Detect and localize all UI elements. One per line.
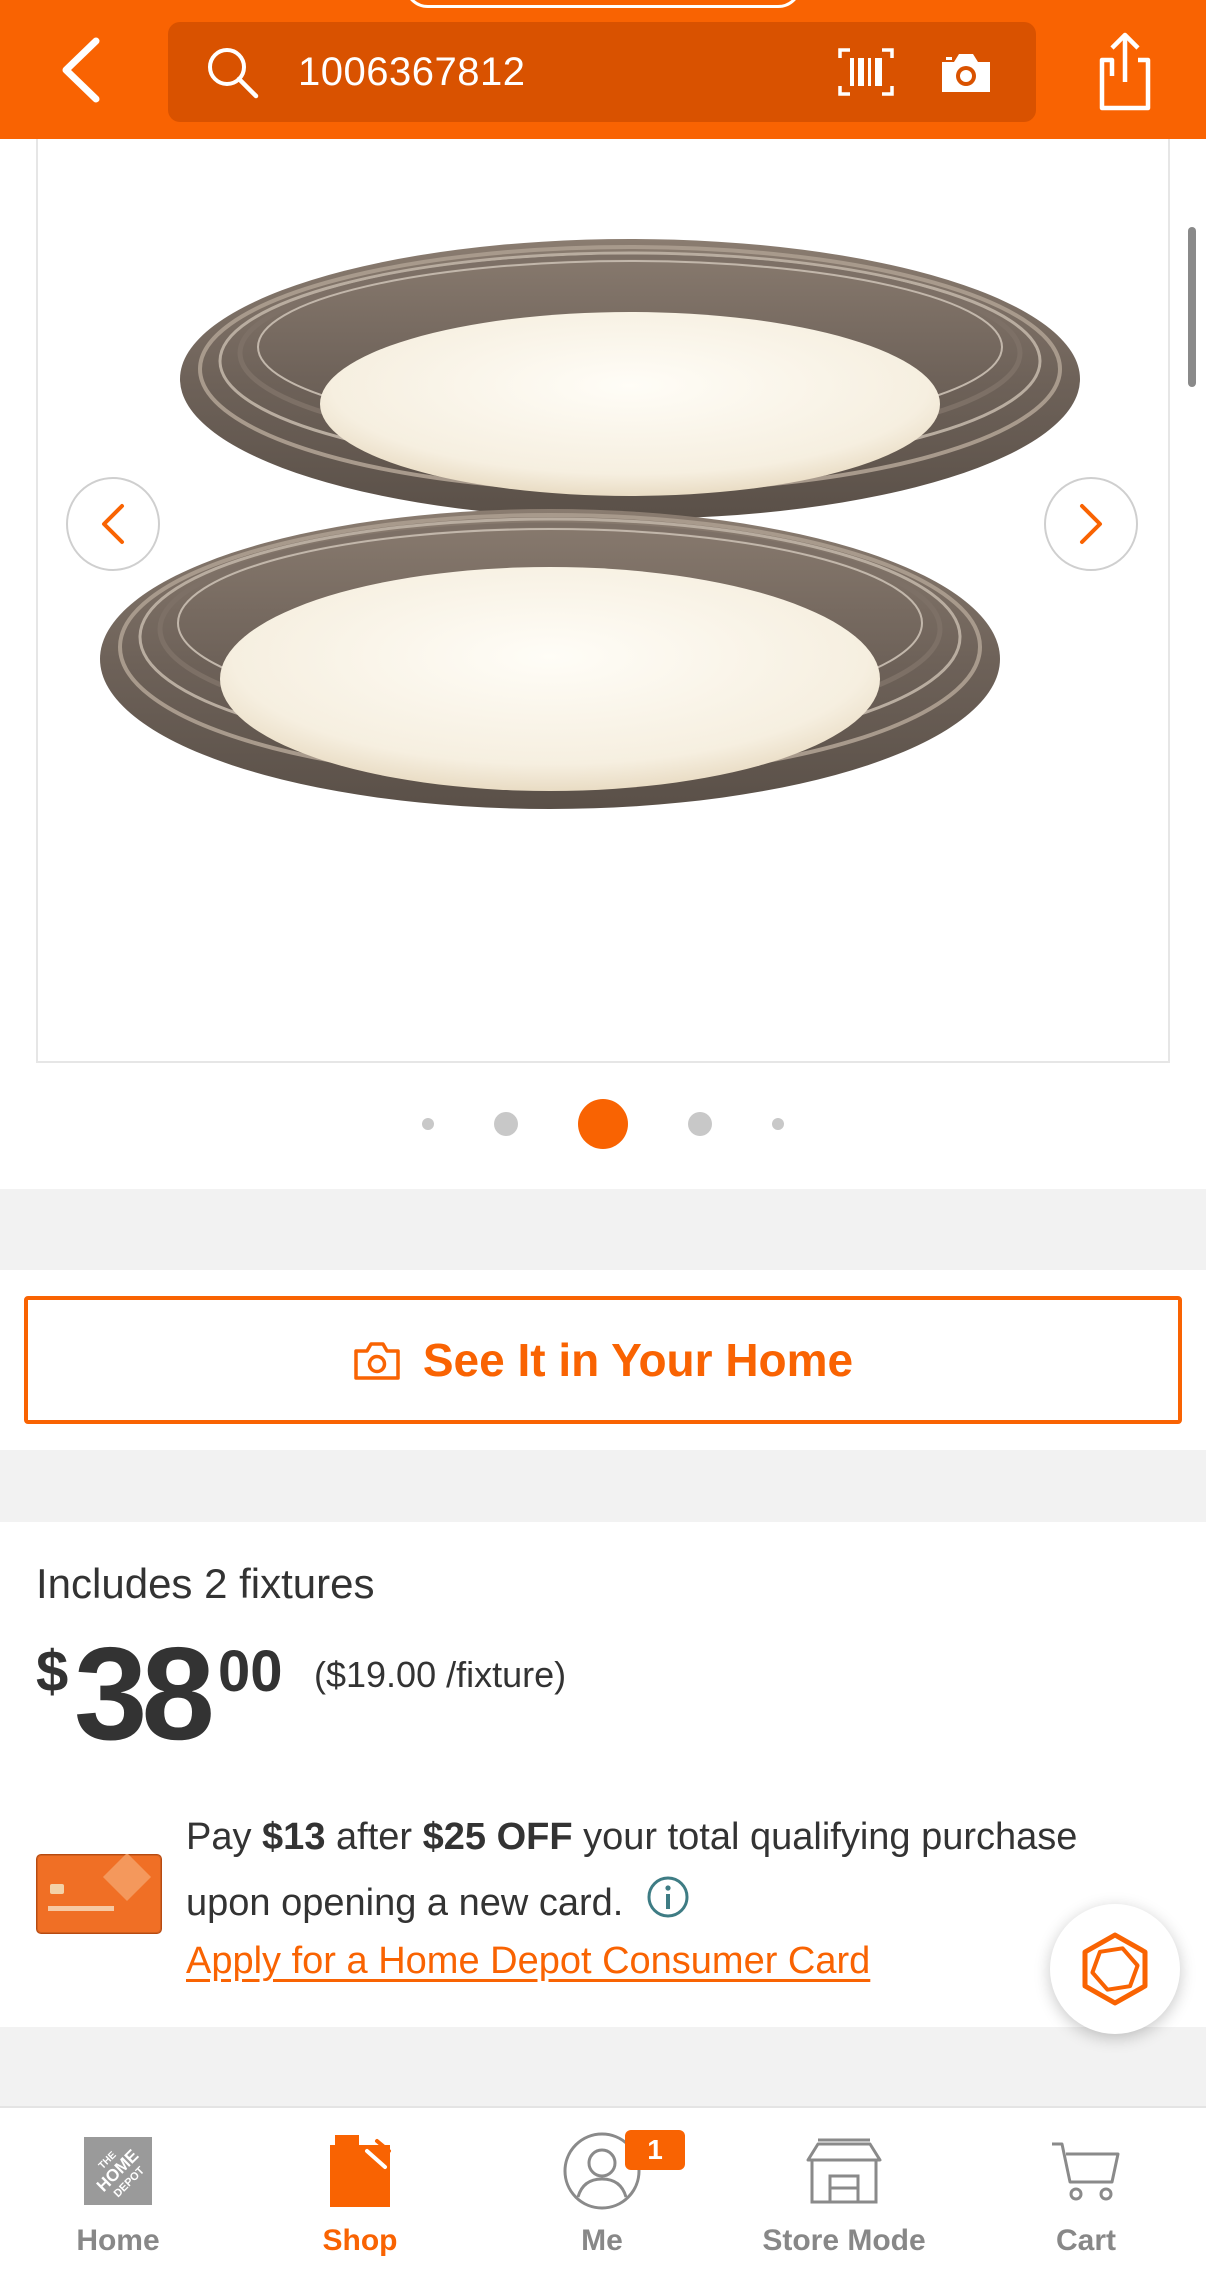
price-whole: 38 [74, 1620, 215, 1767]
nav-shop[interactable]: Shop [260, 2130, 460, 2270]
barcode-icon[interactable] [836, 46, 896, 98]
previous-image-button[interactable] [66, 477, 160, 571]
section-divider [0, 2027, 1206, 2106]
pagination-dot[interactable] [772, 1118, 784, 1130]
nav-me[interactable]: 1 Me [502, 2130, 702, 2270]
pagination-dot[interactable] [422, 1118, 434, 1130]
bottom-navigation: THE HOME DEPOT Home Shop 1 Me Store Mode… [0, 2106, 1206, 2287]
see-in-home-label: See It in Your Home [422, 1334, 854, 1386]
product-image-frame[interactable] [36, 139, 1170, 1063]
cart-icon [1041, 2130, 1131, 2212]
unit-price: ($19.00 /fixture) [314, 1654, 567, 1695]
image-scrollbar[interactable] [1188, 227, 1196, 387]
includes-text: Includes 2 fixtures [36, 1560, 375, 1607]
see-in-home-button[interactable]: See It in Your Home [24, 1296, 1182, 1424]
promo-pay-amount: $13 [262, 1816, 326, 1858]
promo-pay: Pay [186, 1816, 252, 1858]
pagination-dot[interactable] [494, 1112, 518, 1136]
product-image[interactable] [38, 139, 1170, 1063]
store-icon [799, 2130, 889, 2212]
promo-discount: $25 OFF [422, 1816, 573, 1858]
nav-home[interactable]: THE HOME DEPOT Home [18, 2130, 218, 2270]
ar-camera-icon [354, 1342, 400, 1380]
promo-after: after [336, 1816, 413, 1858]
top-notch [404, 0, 802, 8]
search-bar[interactable]: 1006367812 [168, 22, 1036, 122]
nav-cart-label: Cart [1055, 2224, 1116, 2257]
see-in-home-section: See It in Your Home [0, 1270, 1206, 1450]
section-divider [0, 1450, 1206, 1522]
user-icon: 1 [557, 2130, 685, 2212]
pagination-dot-active[interactable] [578, 1099, 628, 1149]
chevron-right-icon [1080, 504, 1102, 544]
nav-store-mode[interactable]: Store Mode [744, 2130, 944, 2270]
top-bar: 1006367812 [0, 0, 1206, 139]
nav-home-label: Home [76, 2224, 160, 2257]
notification-badge: 1 [625, 2130, 685, 2170]
pagination-dot[interactable] [688, 1112, 712, 1136]
card-promo-text: Pay $13 after $25 OFF your total qualify… [186, 1804, 1166, 1936]
share-icon[interactable] [1090, 30, 1160, 112]
chevron-left-icon [102, 504, 124, 544]
next-image-button[interactable] [1044, 477, 1138, 571]
nav-cart[interactable]: Cart [986, 2130, 1186, 2270]
back-button[interactable] [50, 30, 110, 110]
product-gallery[interactable] [0, 139, 1206, 1189]
info-icon[interactable] [646, 1875, 690, 1919]
search-icon [208, 48, 259, 99]
home-depot-logo-icon: THE HOME DEPOT [73, 2130, 163, 2212]
credit-card-image [36, 1854, 162, 1934]
apply-card-link[interactable]: Apply for a Home Depot Consumer Card [186, 1940, 870, 1983]
price-cents: 00 [218, 1639, 283, 1704]
nav-me-label: Me [581, 2224, 623, 2257]
chat-assistant-button[interactable] [1050, 1904, 1180, 2034]
pricing-section: Includes 2 fixtures $ 38 00 ($19.00 /fix… [0, 1522, 1206, 2027]
chevron-left-icon [62, 37, 100, 103]
nav-shop-label: Shop [322, 2224, 398, 2257]
chat-assistant-icon [1082, 1932, 1148, 2006]
shop-icon [315, 2130, 405, 2212]
section-divider [0, 1189, 1206, 1270]
camera-icon[interactable] [938, 48, 994, 96]
search-input[interactable]: 1006367812 [298, 48, 525, 96]
price-currency: $ [36, 1639, 69, 1704]
nav-store-mode-label: Store Mode [762, 2224, 926, 2257]
gallery-pagination [0, 1099, 1206, 1149]
